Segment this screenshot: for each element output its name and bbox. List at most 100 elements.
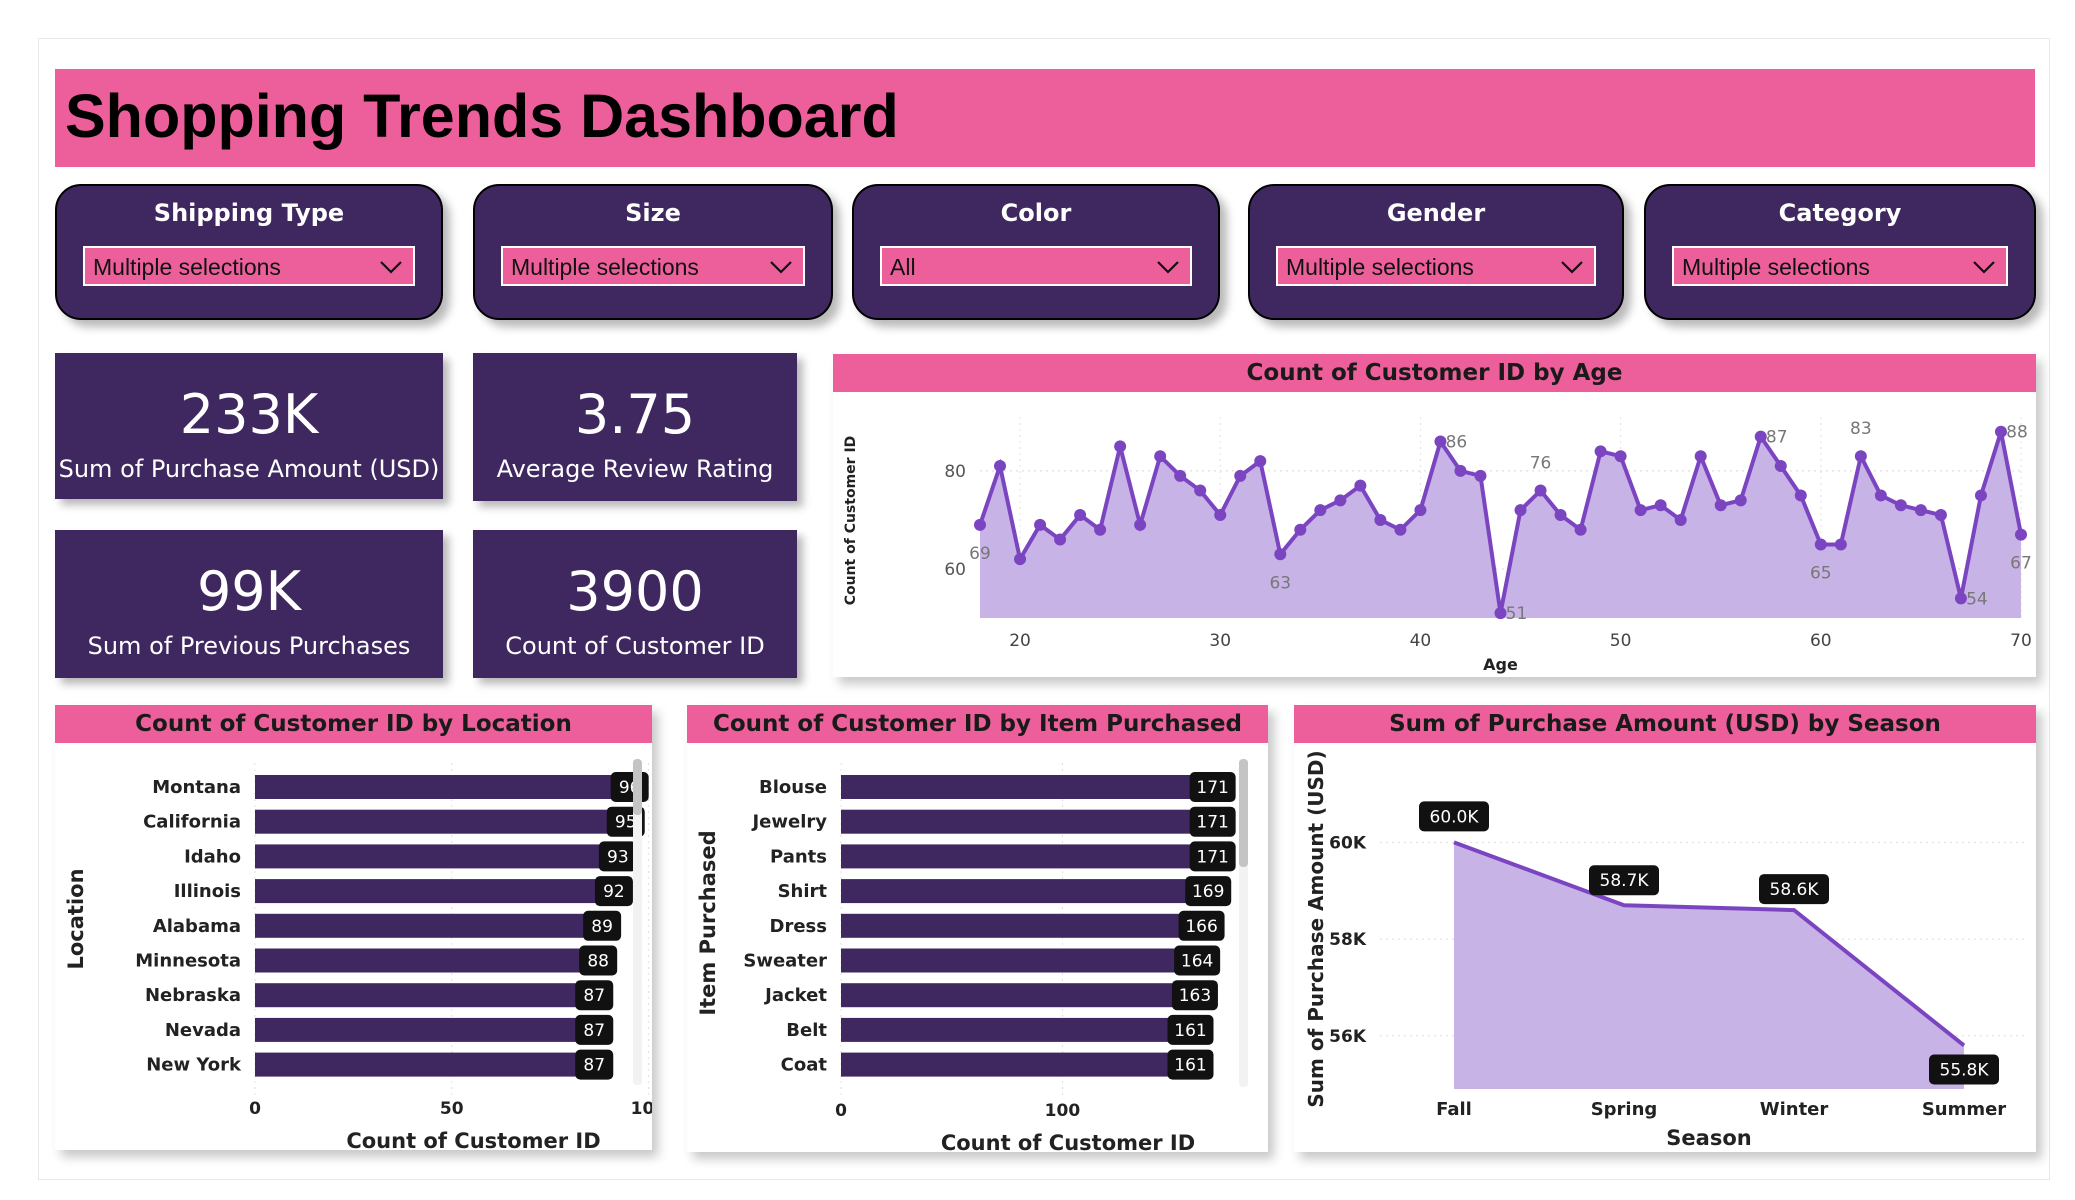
- location-chart-panel: Count of Customer ID by Location 0 50 100 M…: [55, 705, 652, 1150]
- data-point: [1294, 523, 1307, 536]
- bar: [255, 809, 629, 834]
- slicer-gender: Gender Multiple selections: [1248, 184, 1624, 320]
- bar: [255, 1017, 598, 1042]
- kpi-label: Count of Customer ID: [505, 632, 765, 660]
- data-point: [1774, 460, 1787, 473]
- kpi-card-previous-purchases: 99K Sum of Previous Purchases: [55, 530, 443, 678]
- data-point: [1814, 538, 1827, 551]
- x-tick-label: 70: [2010, 631, 2032, 651]
- data-point: [1614, 450, 1627, 463]
- data-label: 93: [607, 847, 629, 867]
- slicer-category: Category Multiple selections: [1644, 184, 2036, 320]
- data-label: 169: [1192, 882, 1224, 902]
- category-label: California: [143, 812, 241, 833]
- x-tick-label: 30: [1209, 631, 1231, 651]
- x-tick-label: 50: [1610, 631, 1632, 651]
- x-tick-label: 40: [1410, 631, 1432, 651]
- category-label: Sweater: [743, 951, 827, 972]
- data-point: [1394, 523, 1407, 536]
- age-chart-panel: Count of Customer ID by Age 60 80 20 30 40 50…: [833, 354, 2036, 677]
- dashboard-title: Shopping Trends Dashboard: [65, 82, 899, 150]
- data-point: [1474, 469, 1487, 482]
- kpi-value: 3.75: [574, 383, 696, 446]
- data-point: [1314, 504, 1327, 517]
- color-dropdown[interactable]: All: [880, 246, 1192, 286]
- data-point: [1914, 504, 1927, 517]
- category-label: Blouse: [759, 777, 827, 798]
- y-axis-title: Location: [64, 868, 88, 969]
- age-chart: 60 80 20 30 40 50 60 70 69 63 86 51 76 87 65 83 54 88 67 Ag…: [843, 417, 2032, 674]
- data-label: 171: [1196, 813, 1228, 833]
- data-point: [1094, 523, 1107, 536]
- chart-header: Count of Customer ID by Location: [55, 705, 652, 743]
- data-point: [1454, 464, 1467, 477]
- data-point: [1134, 518, 1147, 531]
- kpi-value: 233K: [179, 383, 319, 446]
- kpi-card-review-rating: 3.75 Average Review Rating: [473, 353, 797, 501]
- data-point: [1534, 484, 1547, 497]
- data-label: 63: [1269, 573, 1291, 593]
- data-point: [1934, 509, 1947, 522]
- category-label: Belt: [786, 1020, 827, 1041]
- data-label: 87: [583, 1056, 605, 1076]
- data-label: 88: [587, 952, 609, 972]
- data-label: 54: [1966, 589, 1988, 609]
- shipping-type-dropdown[interactable]: Multiple selections: [83, 246, 415, 286]
- data-point: [1874, 489, 1887, 502]
- data-point: [1654, 499, 1667, 512]
- data-label: 65: [1810, 563, 1832, 583]
- data-label: 161: [1174, 1056, 1206, 1076]
- slicer-size: Size Multiple selections: [473, 184, 833, 320]
- scrollbar-thumb: [1239, 759, 1248, 867]
- x-tick-label: 50: [440, 1099, 464, 1119]
- data-point: [1274, 548, 1287, 561]
- y-tick-label: 56K: [1329, 1027, 1367, 1047]
- data-label: 76: [1530, 454, 1552, 474]
- x-tick-label: 20: [1009, 631, 1031, 651]
- data-label: 58.6K: [1770, 880, 1820, 900]
- data-label: 88: [2006, 423, 2028, 443]
- data-point: [1374, 513, 1387, 526]
- bar: [255, 1052, 598, 1077]
- season-chart-panel: Sum of Purchase Amount (USD) by Season 5…: [1294, 705, 2036, 1152]
- chart-title: Count of Customer ID by Item Purchased: [713, 711, 1242, 737]
- data-point: [1154, 450, 1167, 463]
- data-point: [1194, 484, 1207, 497]
- chevron-down-icon: [1561, 261, 1583, 274]
- category-label: Dress: [770, 916, 827, 937]
- item-chart-panel: Count of Customer ID by Item Purchased 0…: [687, 705, 1268, 1152]
- x-tick-label: 100: [1045, 1101, 1081, 1121]
- data-point: [1854, 450, 1867, 463]
- category-dropdown[interactable]: Multiple selections: [1672, 246, 2008, 286]
- kpi-value: 99K: [196, 560, 302, 623]
- data-point: [2015, 528, 2027, 541]
- data-point: [1054, 533, 1067, 546]
- x-tick-label: Spring: [1591, 1099, 1658, 1120]
- data-label: 67: [2010, 554, 2032, 574]
- bar: [255, 948, 602, 973]
- scrollbar-thumb: [633, 759, 642, 815]
- category-label: Jewelry: [750, 812, 827, 833]
- dropdown-value: Multiple selections: [1286, 254, 1474, 280]
- data-point: [1714, 499, 1727, 512]
- data-label: 69: [969, 544, 991, 564]
- x-tick-label: 0: [835, 1101, 847, 1121]
- data-label: 166: [1185, 917, 1217, 937]
- size-dropdown[interactable]: Multiple selections: [501, 246, 805, 286]
- data-label: 92: [603, 882, 625, 902]
- slicer-title: Gender: [1386, 199, 1486, 227]
- data-label: 87: [583, 1021, 605, 1041]
- data-point: [1674, 513, 1687, 526]
- category-label: Alabama: [153, 916, 241, 937]
- data-label: 89: [591, 917, 613, 937]
- item-chart: 0 100 Blouse 171 Jewelry 171 Pants 171 Shirt 169 D…: [696, 759, 1248, 1152]
- chart-header: Sum of Purchase Amount (USD) by Season: [1294, 705, 2036, 743]
- dropdown-value: Multiple selections: [1682, 254, 1870, 280]
- slicer-title: Color: [1000, 199, 1072, 227]
- bar: [841, 1052, 1198, 1077]
- gender-dropdown[interactable]: Multiple selections: [1276, 246, 1596, 286]
- chevron-down-icon: [1973, 261, 1995, 274]
- data-label: 86: [1446, 433, 1468, 453]
- category-label: Minnesota: [135, 951, 241, 972]
- category-label: New York: [146, 1055, 242, 1076]
